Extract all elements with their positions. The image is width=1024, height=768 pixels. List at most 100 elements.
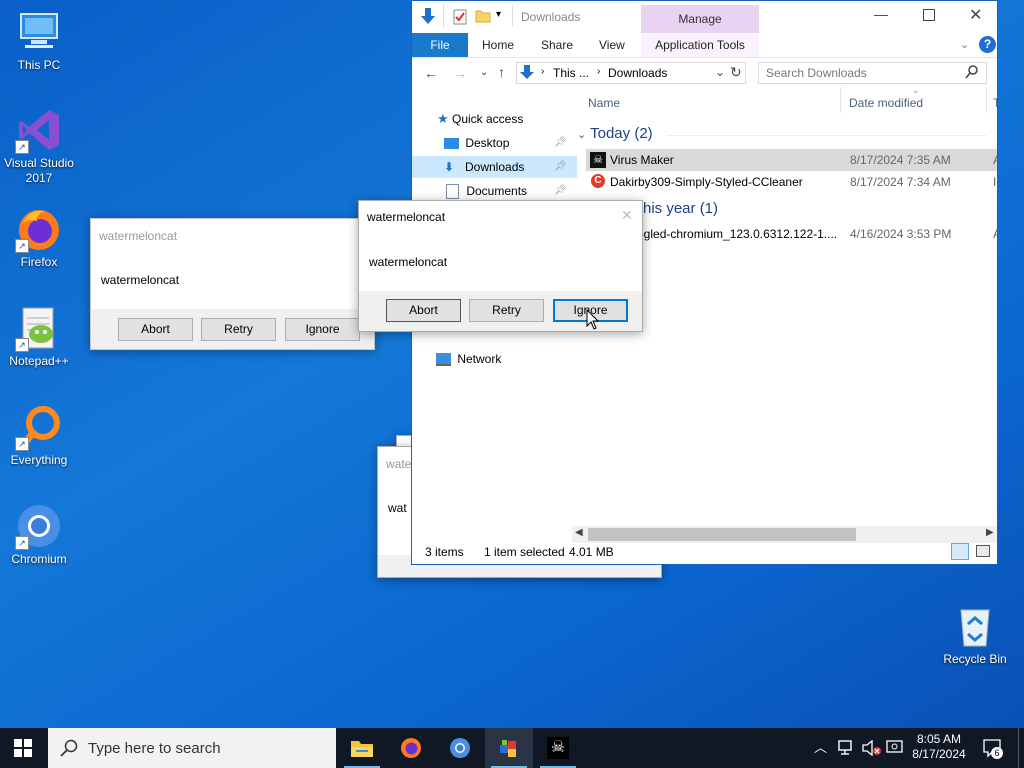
properties-icon[interactable] [453, 9, 467, 28]
breadcrumb-this-pc[interactable]: This ... [553, 66, 589, 80]
nav-item-documents[interactable]: Documents 📌︎ [444, 180, 574, 202]
volume-muted-icon[interactable] [862, 739, 882, 757]
address-dropdown-icon[interactable]: ⌄ [715, 65, 725, 79]
taskbar-search-input[interactable]: Type here to search [88, 740, 221, 757]
context-tab-manage[interactable]: Manage [641, 5, 759, 33]
desktop-icon-chromium[interactable]: ↗ Chromium [1, 502, 77, 567]
column-header-type[interactable]: T [993, 96, 997, 110]
dialog-front[interactable]: watermeloncat ✕ watermeloncat Abort Retr… [358, 200, 643, 332]
column-header-name[interactable]: Name [588, 96, 620, 110]
taskbar-file-explorer[interactable] [338, 728, 386, 768]
desktop-icon-visual-studio[interactable]: ↗ Visual Studio 2017 [1, 106, 77, 186]
desktop-folder-icon [444, 138, 459, 150]
show-hidden-icons-chevron-icon[interactable]: ︿ [814, 728, 827, 768]
abort-button[interactable]: Abort [118, 318, 193, 341]
abort-button[interactable]: Abort [386, 299, 461, 322]
pin-icon[interactable]: 📌︎ [554, 180, 567, 202]
desktop-icon-label: Chromium [11, 552, 67, 566]
recycle-bin-icon [951, 602, 999, 650]
network-status-icon[interactable] [838, 740, 856, 756]
clock[interactable]: 8:05 AM 8/17/2024 [904, 728, 974, 768]
tab-application-tools[interactable]: Application Tools [641, 33, 759, 57]
desktop-icon-notepadpp[interactable]: ↗ Notepad++ [1, 304, 77, 369]
taskbar-firefox[interactable] [387, 728, 435, 768]
scroll-right-icon[interactable]: ▶ [986, 527, 994, 538]
up-arrow-icon[interactable]: ↑ [498, 64, 505, 80]
column-header-date[interactable]: Date modified [849, 96, 923, 110]
taskbar: Type here to search ☠ ︿ 8:05 AM 8/17/202… [0, 728, 1024, 768]
pin-icon[interactable]: 📌︎ [554, 132, 567, 154]
scroll-left-icon[interactable]: ◀ [575, 527, 583, 538]
taskbar-virus-maker[interactable]: ☠ [534, 728, 582, 768]
network-icon [436, 353, 451, 367]
notification-count-badge: 6 [991, 747, 1003, 759]
group-header-today[interactable]: ⌄ Today (2) [577, 125, 653, 142]
recent-locations-chevron-icon[interactable]: ⌄ [480, 67, 488, 78]
desktop-icon-this-pc[interactable]: This PC [1, 8, 77, 73]
firefox-icon: ↗ [15, 205, 63, 253]
dialog-message: wat [388, 501, 407, 515]
retry-button[interactable]: Retry [469, 299, 544, 322]
details-view-icon[interactable] [951, 543, 969, 560]
pirate-flag-icon: ☠ [590, 152, 606, 168]
forward-arrow-icon[interactable]: → [453, 65, 467, 81]
back-arrow-icon[interactable]: ← [424, 65, 438, 81]
search-icon [60, 739, 78, 760]
tab-view[interactable]: View [599, 33, 625, 57]
desktop-icon-label: Notepad++ [9, 354, 69, 368]
taskbar-chromium[interactable] [436, 728, 484, 768]
desktop-icon-recycle-bin[interactable]: Recycle Bin [937, 602, 1013, 667]
refresh-icon[interactable]: ↻ [730, 64, 742, 81]
file-row-ccleaner[interactable]: C Dakirby309-Simply-Styled-CCleaner 8/17… [586, 171, 997, 193]
file-row-virus-maker[interactable]: ☠ Virus Maker 8/17/2024 7:35 AM A [586, 149, 997, 171]
taskbar-watermeloncat-app[interactable] [485, 728, 533, 768]
dialog-title: watermeloncat [367, 210, 446, 224]
address-bar[interactable]: › This ... › Downloads ⌄ ↻ [516, 62, 746, 84]
maximize-icon[interactable] [923, 9, 935, 21]
search-input[interactable]: Search Downloads [766, 66, 867, 80]
close-icon[interactable]: ✕ [621, 207, 633, 224]
desktop-icon-everything[interactable]: ↗ Everything [1, 403, 77, 468]
breadcrumb-separator-icon: › [541, 66, 545, 77]
nav-item-network[interactable]: Network [436, 348, 501, 370]
pin-icon[interactable]: 📌︎ [554, 156, 567, 178]
status-bar: 3 items 1 item selected 4.01 MB [412, 540, 997, 564]
nav-item-downloads[interactable]: ⬇ Downloads 📌︎ [412, 156, 577, 178]
pirate-flag-icon: ☠ [547, 737, 569, 759]
everything-search-icon: ↗ [15, 403, 63, 451]
dialog-message: watermeloncat [101, 273, 180, 287]
shortcut-arrow-icon: ↗ [15, 338, 29, 352]
group-divider [666, 135, 986, 136]
desktop-icon-firefox[interactable]: ↗ Firefox [1, 205, 77, 270]
show-desktop-button[interactable] [1018, 728, 1019, 768]
nav-item-quick-access[interactable]: ★ Quick access [437, 108, 523, 130]
chromium-icon: ↗ [15, 502, 63, 550]
tab-share[interactable]: Share [541, 33, 573, 57]
new-folder-icon[interactable] [475, 9, 491, 26]
dialog-left[interactable]: watermeloncat watermeloncat Abort Retry … [90, 218, 375, 350]
documents-icon [446, 184, 459, 200]
breadcrumb-separator-icon: › [597, 66, 601, 77]
group-header-this-year[interactable]: his year (1) [643, 200, 718, 217]
file-row-chromium[interactable]: ogled-chromium_123.0.6312.122-1.... 4/16… [586, 223, 997, 245]
ribbon-expand-icon[interactable]: ⌄ [960, 33, 969, 57]
search-icon[interactable] [965, 64, 979, 83]
ignore-button[interactable]: Ignore [285, 318, 360, 341]
search-box[interactable]: Search Downloads [758, 62, 987, 84]
tab-home[interactable]: Home [482, 33, 514, 57]
title-bar[interactable]: ▾ Downloads Manage — ✕ [412, 1, 997, 33]
breadcrumb-downloads[interactable]: Downloads [608, 66, 667, 80]
help-icon[interactable]: ? [979, 36, 996, 53]
minimize-icon[interactable]: — [874, 6, 888, 22]
quick-access-toolbar-dropdown-icon[interactable]: ▾ [496, 9, 501, 20]
retry-button[interactable]: Retry [201, 318, 276, 341]
large-icons-view-icon[interactable] [976, 545, 990, 557]
taskbar-search-box[interactable]: Type here to search [48, 728, 336, 768]
nav-item-desktop[interactable]: Desktop 📌︎ [444, 132, 574, 154]
notification-center-icon[interactable]: 6 [982, 738, 1003, 759]
shortcut-arrow-icon: ↗ [15, 239, 29, 253]
action-display-icon[interactable] [886, 740, 904, 756]
windows-start-icon[interactable] [14, 739, 32, 760]
tab-file[interactable]: File [412, 33, 468, 57]
close-icon[interactable]: ✕ [969, 5, 982, 25]
